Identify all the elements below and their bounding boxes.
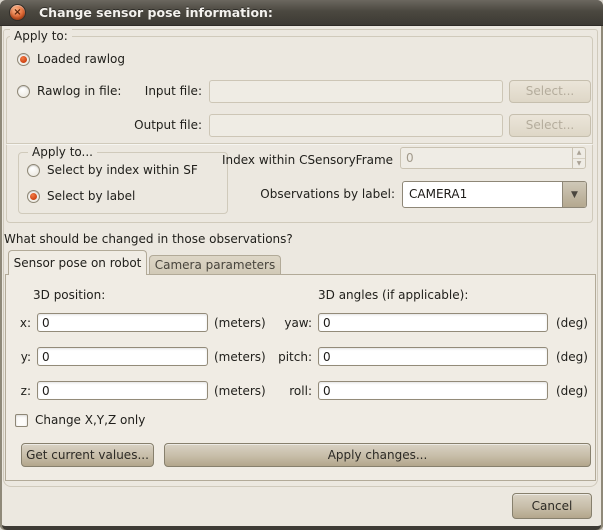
y-input[interactable] [37,347,208,366]
dialog-window: × Change sensor pose information: Apply … [0,0,603,530]
spin-up-icon: ▲ [573,148,585,159]
selection-groupbox [18,152,228,214]
x-input[interactable] [37,313,208,332]
radio-select-by-index-label: Select by index within SF [47,163,198,177]
observations-by-label-label: Observations by label: [240,187,395,201]
chevron-down-icon: ▼ [571,190,578,200]
yaw-input[interactable] [318,313,548,332]
radio-rawlog-in-file[interactable] [17,85,30,98]
select-output-file-button: Select... [509,114,591,137]
y-label: y: [10,350,31,364]
roll-unit: (deg) [556,384,588,398]
change-xyz-only-label: Change X,Y,Z only [35,413,145,427]
input-file-label: Input file: [100,84,202,98]
observations-combo-value: CAMERA1 [409,187,467,202]
dialog-content: Apply to: Loaded rawlog Rawlog in file: … [0,26,603,530]
apply-to-group-label: Apply to: [10,29,72,43]
output-file-label: Output file: [100,118,202,132]
tab-sensor-pose-label: Sensor pose on robot [14,256,142,270]
z-input[interactable] [37,381,208,400]
tab-sensor-pose[interactable]: Sensor pose on robot [8,250,147,275]
angles-heading: 3D angles (if applicable): [318,288,468,302]
cancel-button[interactable]: Cancel [512,493,592,519]
window-title: Change sensor pose information: [39,5,273,20]
spin-down-icon: ▼ [573,159,585,169]
spinner-buttons: ▲ ▼ [572,148,585,168]
radio-select-by-label[interactable] [27,190,40,203]
radio-select-by-index[interactable] [27,164,40,177]
combo-dropdown-button[interactable]: ▼ [562,182,586,207]
output-file-field [209,114,503,137]
pitch-label: pitch: [264,350,312,364]
z-label: z: [10,384,31,398]
close-icon: × [13,8,21,18]
z-unit: (meters) [214,384,266,398]
change-xyz-only-checkbox[interactable] [15,414,28,427]
apply-changes-button[interactable]: Apply changes... [164,443,591,467]
observations-combo[interactable]: CAMERA1 ▼ [402,181,587,208]
get-current-values-button[interactable]: Get current values... [21,443,154,467]
radio-loaded-rawlog[interactable] [17,53,30,66]
yaw-unit: (deg) [556,316,588,330]
select-input-file-button: Select... [509,80,591,103]
radio-loaded-rawlog-label: Loaded rawlog [37,52,125,66]
pitch-unit: (deg) [556,350,588,364]
tab-camera-parameters[interactable]: Camera parameters [149,255,281,275]
roll-label: roll: [264,384,312,398]
index-spinner: 0 ▲ ▼ [400,147,586,169]
window-titlebar: × Change sensor pose information: [0,0,603,26]
sensor-pose-tab-pane: 3D position: 3D angles (if applicable): … [5,274,596,481]
x-label: x: [10,316,31,330]
index-spinner-value: 0 [406,151,414,165]
group-divider [6,143,593,144]
radio-select-by-label-label: Select by label [47,189,135,203]
pitch-input[interactable] [318,347,548,366]
tab-camera-parameters-label: Camera parameters [155,258,276,272]
close-button[interactable]: × [9,4,26,21]
yaw-label: yaw: [264,316,312,330]
question-label: What should be changed in those observat… [4,232,293,246]
input-file-field [209,80,503,103]
roll-input[interactable] [318,381,548,400]
x-unit: (meters) [214,316,266,330]
index-within-label: Index within CSensoryFrame [222,153,392,167]
position-heading: 3D position: [33,288,105,302]
selection-group-label: Apply to... [28,145,97,159]
y-unit: (meters) [214,350,266,364]
